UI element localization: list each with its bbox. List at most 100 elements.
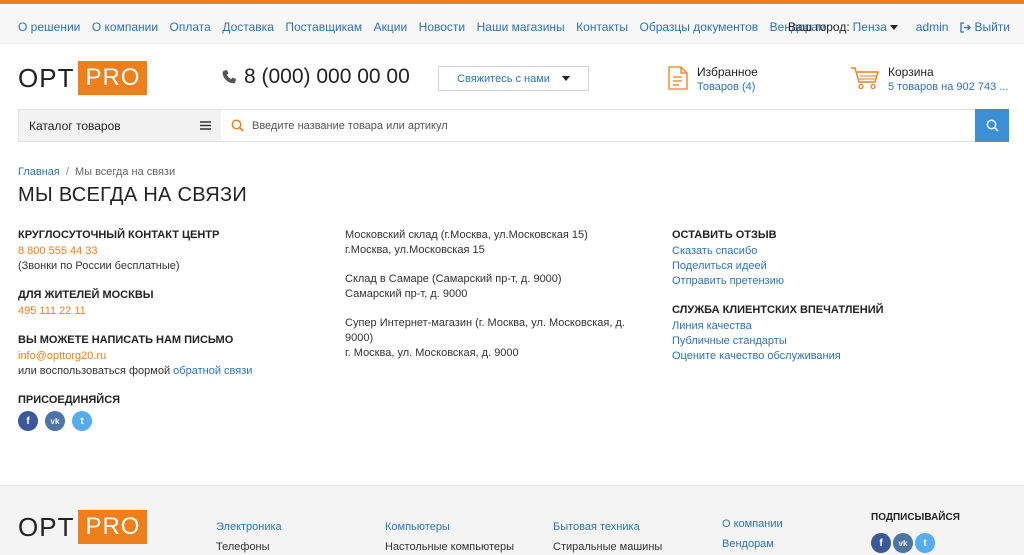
- footer-link-computers[interactable]: Компьютеры: [385, 521, 514, 533]
- topnav-link-delivery[interactable]: Доставка: [222, 20, 274, 34]
- search-icon: [231, 119, 244, 132]
- contact-center-title: КРУГЛОСУТОЧНЫЙ КОНТАКТ ЦЕНТР: [18, 229, 220, 241]
- footer-social-links: f vk t: [871, 533, 942, 553]
- social-links: f vk t: [18, 411, 318, 431]
- topnav-link-promotions[interactable]: Акции: [374, 20, 408, 34]
- cart-title: Корзина: [888, 65, 934, 79]
- facebook-icon[interactable]: f: [871, 533, 891, 553]
- favorites-count-link[interactable]: Товаров (4): [697, 81, 758, 93]
- warehouse-name: Склад в Самаре (Самарский пр-т, д. 9000): [345, 273, 562, 285]
- search-icon: [986, 119, 999, 132]
- search-input[interactable]: [252, 119, 952, 132]
- catalog-menu-button[interactable]: Каталог товаров: [19, 110, 221, 141]
- moscow-block: ДЛЯ ЖИТЕЛЕЙ МОСКВЫ 495 111 22 11: [18, 288, 318, 319]
- footer-link-phones[interactable]: Телефоны: [216, 541, 282, 553]
- logout-icon: [960, 21, 972, 33]
- feedback-link-claim[interactable]: Отправить претензию: [672, 274, 1002, 289]
- search-bar: Каталог товаров: [18, 109, 1009, 142]
- breadcrumb-separator: /: [65, 166, 69, 178]
- header-phone: 8 (000) 000 00 00: [221, 65, 410, 89]
- feedback-form-prefix: или воспользоваться формой: [18, 365, 171, 377]
- twitter-icon[interactable]: t: [72, 411, 92, 431]
- contacts-column: КРУГЛОСУТОЧНЫЙ КОНТАКТ ЦЕНТР 8 800 555 4…: [18, 228, 318, 431]
- letter-title: ВЫ МОЖЕТЕ НАПИСАТЬ НАМ ПИСЬМО: [18, 334, 234, 346]
- customer-service-title: СЛУЖБА КЛИЕНТСКИХ ВПЕЧАТЛЕНИЙ: [672, 304, 884, 316]
- vk-icon[interactable]: vk: [45, 411, 65, 431]
- footer-column-company: О компании Вендорам: [722, 518, 783, 555]
- footer-column-appliances: Бытовая техника Стиральные машины: [553, 521, 662, 553]
- service-link-quality-line[interactable]: Линия качества: [672, 319, 1002, 334]
- customer-service-block: СЛУЖБА КЛИЕНТСКИХ ВПЕЧАТЛЕНИЙ Линия каче…: [672, 303, 1002, 364]
- footer-link-washing-machines[interactable]: Стиральные машины: [553, 541, 662, 553]
- logo-text-pro: PRO: [78, 510, 148, 544]
- subscribe-title: ПОДПИСЫВАЙСЯ: [871, 512, 960, 523]
- feedback-form-link[interactable]: обратной связи: [173, 365, 252, 377]
- topnav-link-news[interactable]: Новости: [419, 20, 465, 34]
- chevron-down-icon[interactable]: [889, 24, 898, 30]
- footer-column-electronics: Электроника Телефоны: [216, 521, 282, 553]
- warehouse-address: г.Москва, ул.Московская 15: [345, 244, 485, 256]
- cart-widget[interactable]: Корзина 5 товаров на 902 743 ...: [850, 65, 1008, 93]
- warehouse-item: Супер Интернет-магазин (г. Москва, ул. М…: [345, 316, 635, 361]
- city-selector[interactable]: Пенза: [853, 20, 887, 34]
- contact-center-note: (Звонки по России бесплатные): [18, 260, 180, 272]
- contact-center-phone[interactable]: 8 800 555 44 33: [18, 244, 318, 259]
- feedback-form-line: или воспользоваться формой обратной связ…: [18, 364, 318, 379]
- warehouse-item: Московский склад (г.Москва, ул.Московска…: [345, 228, 635, 258]
- feedback-link-idea[interactable]: Поделиться идеей: [672, 259, 1002, 274]
- moscow-phone[interactable]: 495 111 22 11: [18, 304, 318, 319]
- header-phone-number[interactable]: 8 (000) 000 00 00: [244, 65, 410, 89]
- favorites-widget[interactable]: Избранное Товаров (4): [667, 65, 758, 93]
- moscow-title: ДЛЯ ЖИТЕЛЕЙ МОСКВЫ: [18, 289, 154, 301]
- footer-column-computers: Компьютеры Настольные компьютеры: [385, 521, 514, 553]
- phone-icon: [222, 69, 236, 83]
- top-user-area: Ваш город: Пенза admin Выйти: [788, 20, 1010, 34]
- warehouse-item: Склад в Самаре (Самарский пр-т, д. 9000)…: [345, 272, 635, 302]
- footer: OPT PRO Электроника Телефоны Компьютеры …: [0, 485, 1024, 555]
- contact-us-dropdown[interactable]: Свяжитесь с нами: [438, 66, 589, 91]
- contact-email[interactable]: info@opttorg20.ru: [18, 349, 318, 364]
- footer-logo[interactable]: OPT PRO: [18, 510, 148, 544]
- topnav-link-stores[interactable]: Наши магазины: [477, 20, 565, 34]
- footer-link-vendors[interactable]: Вендорам: [722, 538, 783, 550]
- vk-icon[interactable]: vk: [893, 533, 913, 553]
- topnav-link-contacts[interactable]: Контакты: [576, 20, 628, 34]
- logo-text-pro: PRO: [78, 61, 148, 95]
- twitter-icon[interactable]: t: [915, 533, 935, 553]
- logo-text-opt: OPT: [18, 511, 75, 542]
- facebook-icon[interactable]: f: [18, 411, 38, 431]
- footer-link-desktops[interactable]: Настольные компьютеры: [385, 541, 514, 553]
- cart-summary-link[interactable]: 5 товаров на 902 743 ...: [888, 81, 1008, 93]
- footer-link-appliances[interactable]: Бытовая техника: [553, 521, 662, 533]
- cart-text: Корзина 5 товаров на 902 743 ...: [888, 65, 1008, 93]
- service-link-rate-service[interactable]: Оцените качество обслуживания: [672, 349, 1002, 364]
- warehouse-name: Московский склад (г.Москва, ул.Московска…: [345, 229, 588, 241]
- contact-center-block: КРУГЛОСУТОЧНЫЙ КОНТАКТ ЦЕНТР 8 800 555 4…: [18, 228, 318, 274]
- feedback-title: ОСТАВИТЬ ОТЗЫВ: [672, 229, 777, 241]
- search-field: [221, 110, 976, 141]
- contact-us-label: Свяжитесь с нами: [457, 72, 550, 85]
- feedback-column: ОСТАВИТЬ ОТЗЫВ Сказать спасибо Поделитьс…: [672, 228, 1002, 364]
- feedback-block: ОСТАВИТЬ ОТЗЫВ Сказать спасибо Поделитьс…: [672, 228, 1002, 289]
- topnav-link-suppliers[interactable]: Поставщикам: [285, 20, 362, 34]
- topnav-link-about-solution[interactable]: О решении: [18, 20, 80, 34]
- breadcrumb-home[interactable]: Главная: [18, 166, 60, 178]
- user-account-link[interactable]: admin: [916, 20, 949, 34]
- service-link-public-standards[interactable]: Публичные стандарты: [672, 334, 1002, 349]
- footer-link-electronics[interactable]: Электроника: [216, 521, 282, 533]
- logout-link[interactable]: Выйти: [960, 20, 1010, 34]
- favorites-icon: [668, 66, 688, 90]
- site-logo[interactable]: OPT PRO: [18, 61, 148, 95]
- search-submit-button[interactable]: [975, 109, 1009, 142]
- favorites-title: Избранное: [697, 65, 758, 79]
- top-menu: О решении О компании Оплата Доставка Пос…: [18, 20, 838, 34]
- feedback-link-thanks[interactable]: Сказать спасибо: [672, 244, 1002, 259]
- catalog-label: Каталог товаров: [29, 118, 121, 133]
- topnav-link-about-company[interactable]: О компании: [92, 20, 158, 34]
- footer-link-about-company[interactable]: О компании: [722, 518, 783, 530]
- topnav-link-document-samples[interactable]: Образцы документов: [640, 20, 759, 34]
- page-title: МЫ ВСЕГДА НА СВЯЗИ: [18, 184, 248, 206]
- topnav-link-payment[interactable]: Оплата: [170, 20, 211, 34]
- breadcrumb-current: Мы всегда на связи: [74, 166, 176, 178]
- warehouse-address: Самарский пр-т, д. 9000: [345, 288, 468, 300]
